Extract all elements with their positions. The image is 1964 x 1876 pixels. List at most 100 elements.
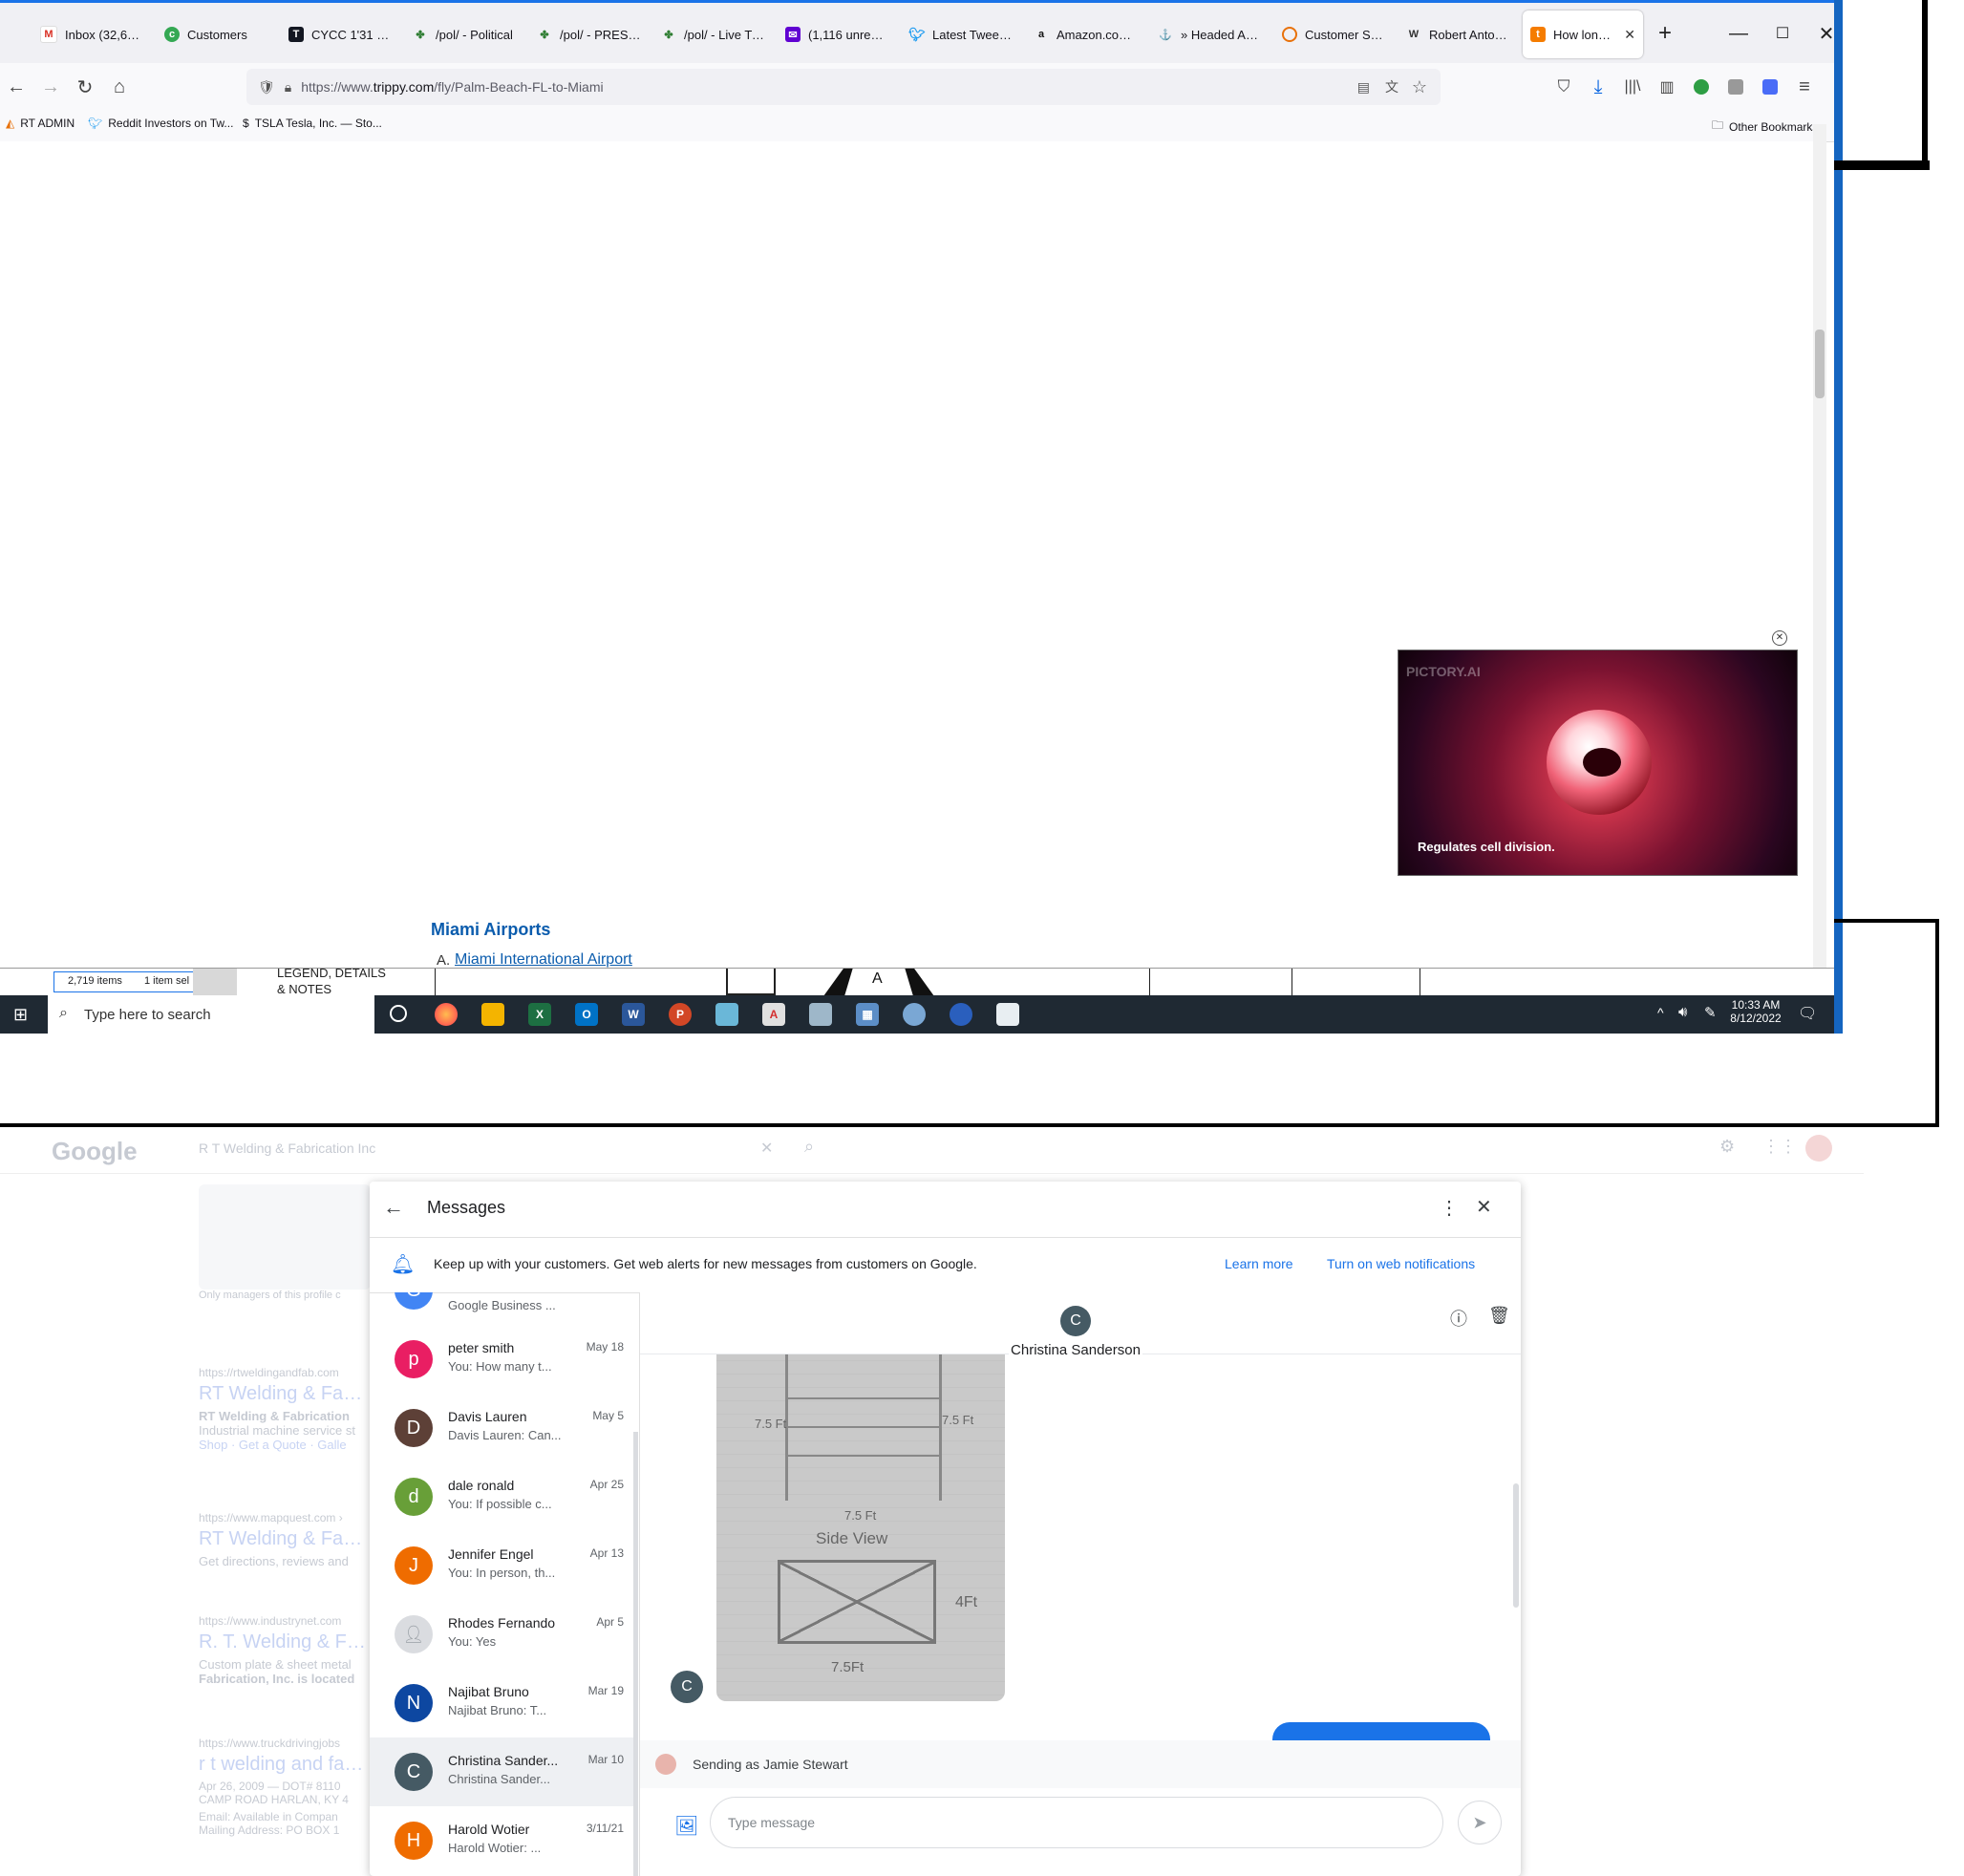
- message-input[interactable]: Type message: [710, 1797, 1443, 1848]
- window-outline: [1922, 0, 1928, 170]
- firefox-icon[interactable]: [435, 1003, 458, 1026]
- list-item[interactable]: N Najibat Bruno Najibat Bruno: T... Mar …: [370, 1669, 633, 1737]
- notifications-icon[interactable]: 🗨︎: [1798, 1004, 1817, 1023]
- search-input[interactable]: R T Welding & Fabrication Inc: [199, 1141, 375, 1156]
- extension-icon[interactable]: [1685, 71, 1718, 103]
- tab-unread-mail[interactable]: ✉ (1,116 unread) -: [778, 11, 897, 58]
- reload-icon[interactable]: ↻: [69, 71, 101, 103]
- app-icon[interactable]: [996, 1003, 1019, 1026]
- settings-icon[interactable]: ⚙: [1719, 1137, 1735, 1157]
- airport-link[interactable]: Miami International Airport: [455, 951, 632, 969]
- clear-search-icon[interactable]: ✕: [760, 1139, 773, 1158]
- drawing-box: [726, 969, 776, 995]
- app-icon[interactable]: [809, 1003, 832, 1026]
- list-item[interactable]: 👤︎ Rhodes Fernando You: Yes Apr 5: [370, 1600, 633, 1669]
- tab-headed-anchor[interactable]: ⚓» Headed Anch: [1150, 11, 1270, 58]
- sidebar-icon[interactable]: ▥: [1651, 71, 1683, 103]
- windows-start-icon[interactable]: ⊞: [13, 1005, 28, 1025]
- attach-image-icon[interactable]: 🖼︎: [674, 1814, 698, 1838]
- apps-icon[interactable]: ⋮⋮: [1762, 1137, 1797, 1157]
- notepad-icon[interactable]: [715, 1003, 738, 1026]
- tab-customers[interactable]: c Customers: [157, 11, 276, 58]
- report-icon[interactable]: ⓘ: [1450, 1306, 1467, 1331]
- taskbar-search[interactable]: ⌕ Type here to search: [48, 995, 374, 1034]
- translate-icon[interactable]: 文: [1385, 77, 1398, 96]
- list-item[interactable]: d dale ronald You: If possible c... Apr …: [370, 1462, 633, 1531]
- tab-trippy[interactable]: tHow long is t✕: [1523, 11, 1643, 58]
- list-item-selected[interactable]: C Christina Sander... Christina Sander..…: [370, 1737, 633, 1806]
- conversation-scrollbar[interactable]: [1513, 1483, 1519, 1608]
- tab-pol-president[interactable]: ✤/pol/ - PRESIDE: [529, 11, 649, 58]
- extension-icon[interactable]: [1719, 71, 1752, 103]
- close-video-icon[interactable]: ✕: [1772, 630, 1787, 646]
- other-bookmarks[interactable]: 🗀︎ Other Bookmarks: [1712, 117, 1818, 137]
- tab-pol-political[interactable]: ✤/pol/ - Political: [405, 11, 524, 58]
- pocket-icon[interactable]: ⛉: [1548, 71, 1580, 103]
- close-icon[interactable]: ✕: [1476, 1195, 1492, 1219]
- back-arrow-icon[interactable]: ←: [383, 1195, 404, 1220]
- search-icon[interactable]: ⌕: [804, 1137, 814, 1157]
- tab-amazon[interactable]: a Amazon.com : s: [1026, 11, 1145, 58]
- tab-inbox[interactable]: M Inbox (32,688) -: [32, 11, 152, 58]
- contact-name: Christina Sanderson: [1009, 1342, 1142, 1358]
- delete-icon[interactable]: 🗑︎: [1488, 1306, 1510, 1326]
- paint-icon[interactable]: [903, 1003, 926, 1026]
- outlook-icon[interactable]: O: [575, 1003, 598, 1026]
- sending-as-label: Sending as Jamie Stewart: [693, 1757, 848, 1772]
- home-icon[interactable]: ⌂: [103, 71, 136, 103]
- bookmark-reddit-investors[interactable]: 🐦︎ Reddit Investors on Tw...: [88, 117, 233, 130]
- attached-sketch-image[interactable]: 7.5 Ft 7.5 Ft 7.5 Ft Side View 4Ft 7.5Ft: [716, 1321, 1005, 1701]
- notification-banner: 🔔︎ Keep up with your customers. Get web …: [370, 1237, 1521, 1293]
- new-tab-icon[interactable]: +: [1643, 12, 1687, 54]
- bookmark-star-icon[interactable]: ☆: [1412, 77, 1427, 97]
- search-result[interactable]: https://www.industrynet.com R. T. Weldin…: [199, 1614, 371, 1686]
- minimize-icon[interactable]: —: [1717, 12, 1761, 54]
- app-icon[interactable]: [950, 1003, 972, 1026]
- back-icon[interactable]: ←: [0, 71, 32, 103]
- show-hidden-icons[interactable]: ^: [1657, 1005, 1664, 1020]
- powerpoint-icon[interactable]: P: [669, 1003, 692, 1026]
- maximize-icon[interactable]: ☐: [1761, 12, 1804, 54]
- url-bar[interactable]: 🛡︎ 🔒︎ https://www. trippy.com/fly/Palm-Be…: [246, 69, 1441, 105]
- forward-icon[interactable]: →: [34, 71, 67, 103]
- tab-latest-tweets[interactable]: 🐦︎Latest Tweets / T: [902, 11, 1021, 58]
- tab-cycc[interactable]: TCYCC 1'31 ▼ - 1: [281, 11, 400, 58]
- word-icon[interactable]: W: [622, 1003, 645, 1026]
- turn-on-notifications-link[interactable]: Turn on web notifications: [1327, 1256, 1475, 1271]
- bookmark-rt-admin[interactable]: ◭ RT ADMIN: [6, 117, 75, 130]
- bookmark-tsla[interactable]: $ TSLA Tesla, Inc. — Sto...: [243, 117, 382, 130]
- reader-view-icon[interactable]: ▤: [1357, 79, 1370, 96]
- search-result[interactable]: https://www.mapquest.com › RT Welding & …: [199, 1511, 371, 1568]
- list-scrollbar[interactable]: [633, 1432, 638, 1876]
- downloads-icon[interactable]: ⤓: [1582, 71, 1614, 103]
- excel-icon[interactable]: X: [528, 1003, 551, 1026]
- file-explorer-icon[interactable]: [481, 1003, 504, 1026]
- list-item[interactable]: G Google Business ...: [370, 1292, 633, 1325]
- translate-extension-icon[interactable]: [1754, 71, 1786, 103]
- list-item[interactable]: p peter smith You: How many t... May 18: [370, 1325, 633, 1394]
- pen-icon[interactable]: ✎: [1704, 1004, 1717, 1021]
- search-result[interactable]: https://www.truckdrivingjobs r t welding…: [199, 1737, 371, 1837]
- pdf-icon[interactable]: A: [762, 1003, 785, 1026]
- list-item[interactable]: H Harold Wotier Harold Wotier: ... 3/11/…: [370, 1806, 633, 1875]
- clock[interactable]: 10:33 AM 8/12/2022: [1729, 998, 1783, 1025]
- more-options-icon[interactable]: ⋮: [1440, 1196, 1459, 1220]
- menu-icon[interactable]: ≡: [1788, 71, 1821, 103]
- calculator-icon[interactable]: ▦: [856, 1003, 879, 1026]
- send-icon[interactable]: ➤: [1458, 1801, 1502, 1844]
- learn-more-link[interactable]: Learn more: [1225, 1256, 1293, 1271]
- video-ad-player[interactable]: PICTORY.AI Regulates cell division.: [1398, 650, 1798, 876]
- tab-robert-anton[interactable]: W Robert Anton W: [1398, 11, 1518, 58]
- cortana-icon[interactable]: [390, 1005, 407, 1022]
- tab-customer-support[interactable]: Customer Supp: [1274, 11, 1394, 58]
- search-result[interactable]: https://rtweldingandfab.com RT Welding &…: [199, 1366, 371, 1452]
- scrollbar-thumb[interactable]: [1815, 330, 1825, 398]
- tab-pol-live[interactable]: ✤/pol/ - Live Trun: [653, 11, 773, 58]
- avatar[interactable]: [1805, 1135, 1832, 1162]
- list-item[interactable]: D Davis Lauren Davis Lauren: Can... May …: [370, 1394, 633, 1462]
- close-tab-icon[interactable]: ✕: [1624, 27, 1635, 43]
- vertical-scrollbar[interactable]: [1813, 124, 1826, 968]
- library-icon[interactable]: |||\: [1616, 71, 1649, 103]
- volume-icon[interactable]: 🔊︎: [1678, 1004, 1687, 1020]
- list-item[interactable]: J Jennifer Engel You: In person, th... A…: [370, 1531, 633, 1600]
